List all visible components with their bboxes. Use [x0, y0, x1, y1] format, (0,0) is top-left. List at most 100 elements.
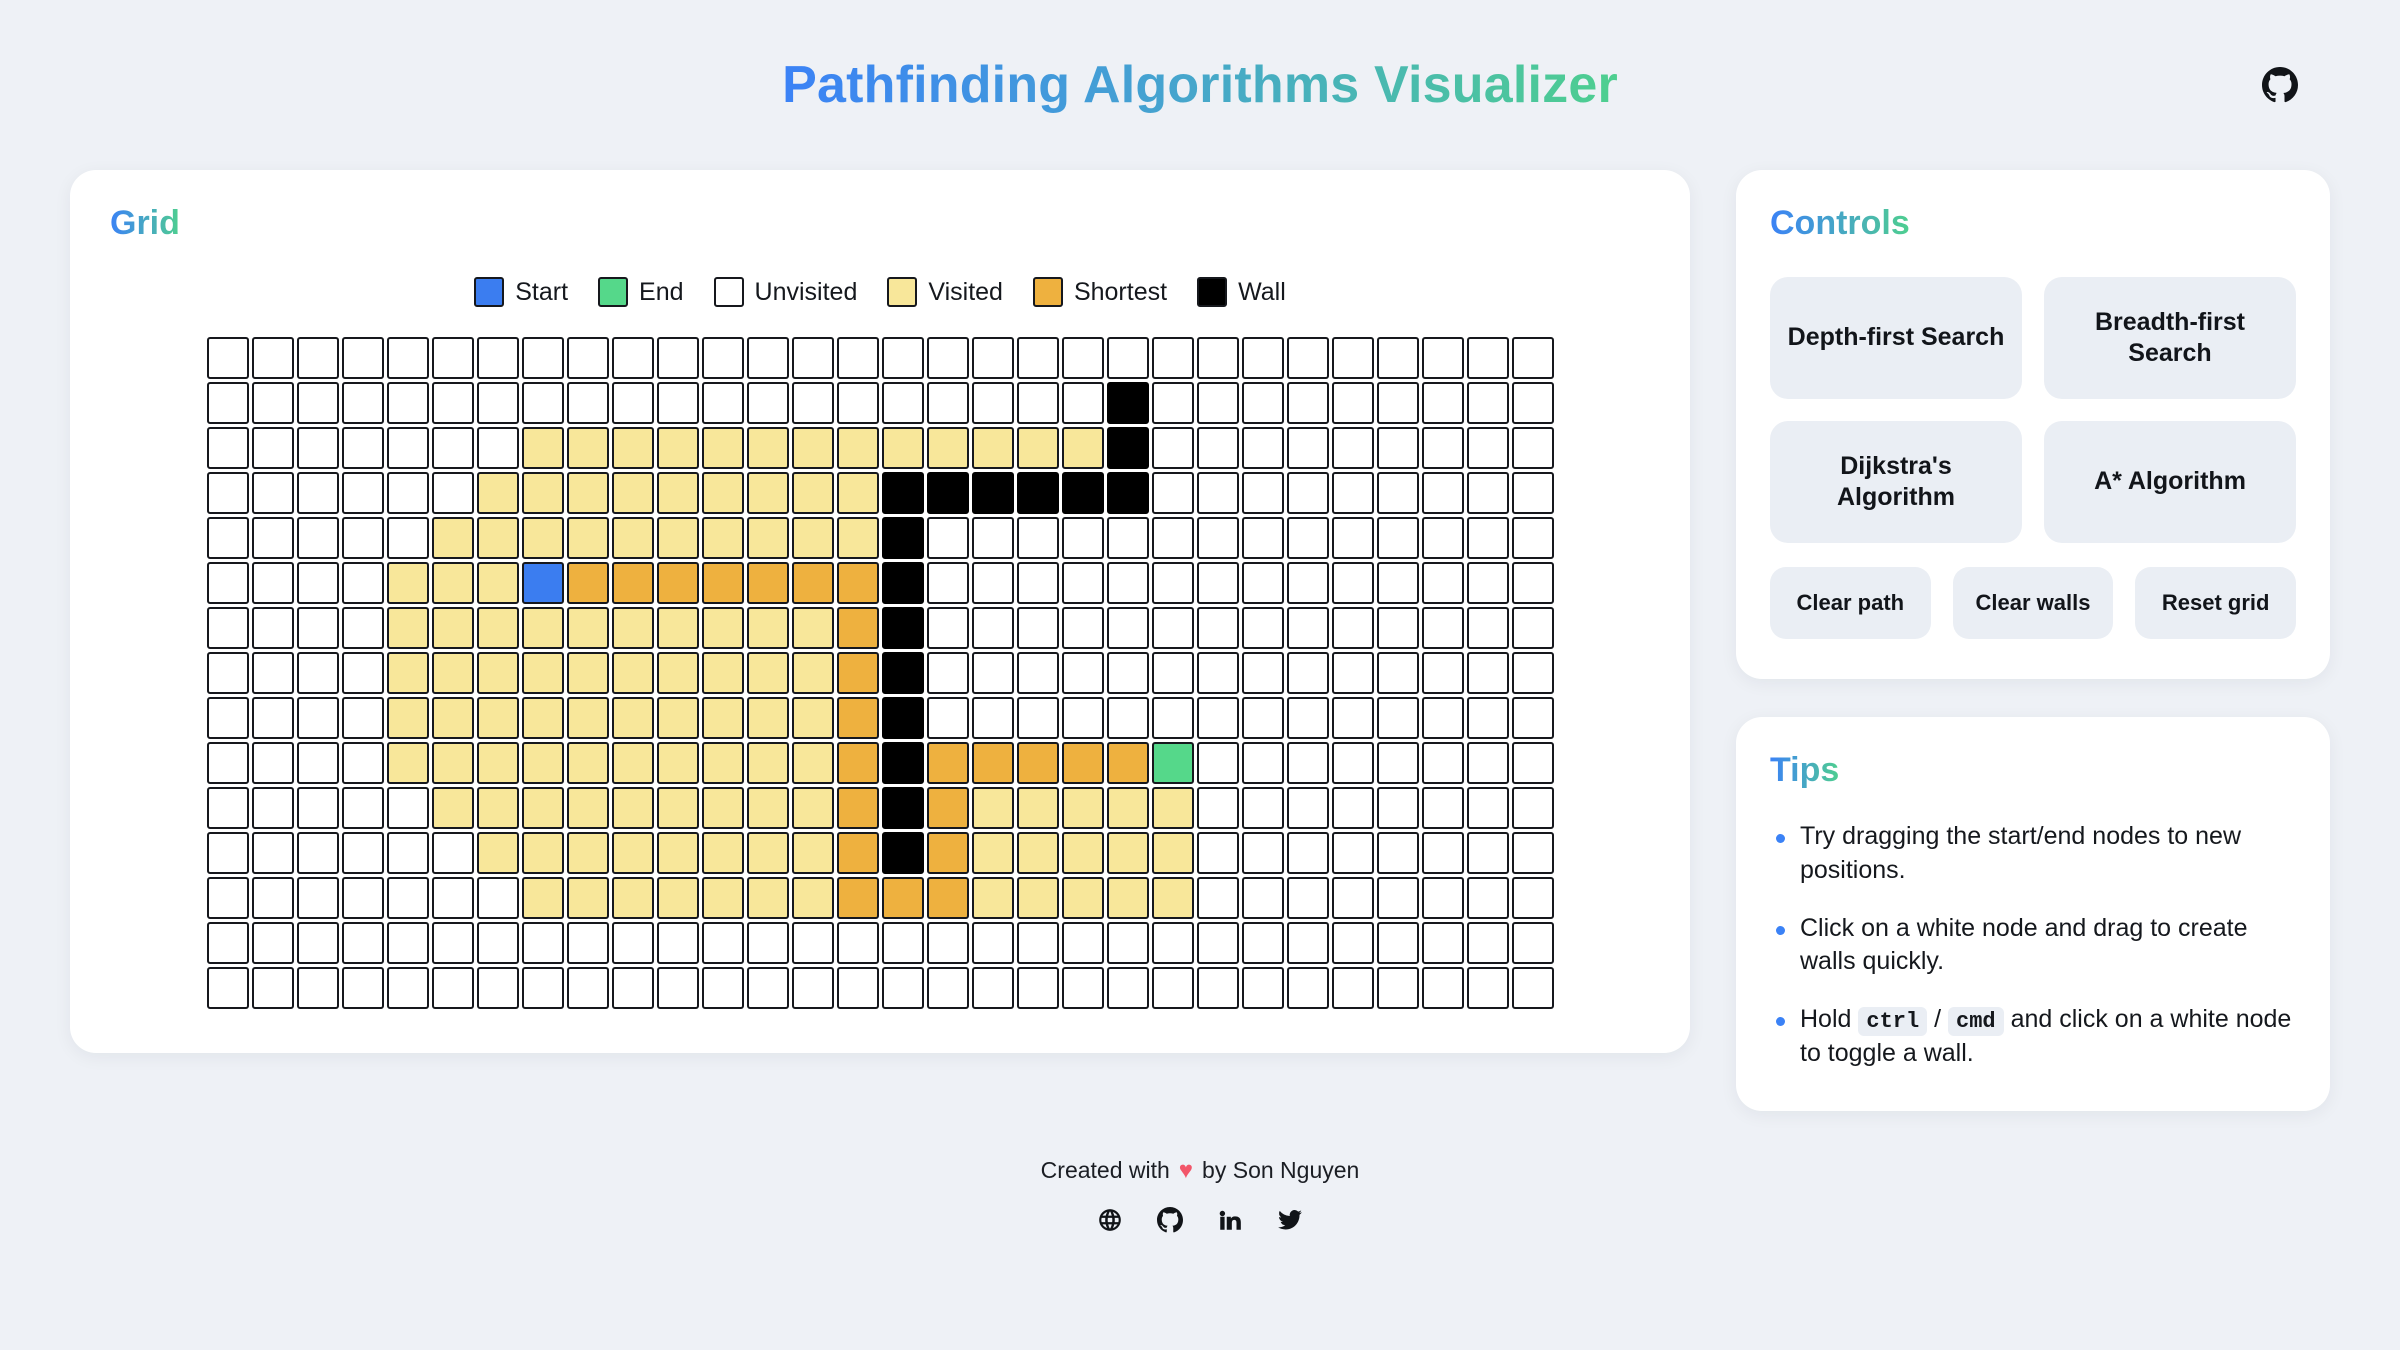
grid-cell[interactable]	[1241, 922, 1284, 964]
github-icon[interactable]	[2260, 65, 2300, 105]
grid-cell[interactable]	[476, 832, 519, 874]
grid-cell[interactable]	[206, 337, 249, 379]
grid-cell[interactable]	[1376, 337, 1419, 379]
grid-cell[interactable]	[251, 922, 294, 964]
grid-cell[interactable]	[701, 562, 744, 604]
grid-cell[interactable]	[521, 607, 564, 649]
grid-cell[interactable]	[1151, 787, 1194, 829]
grid-cell[interactable]	[521, 472, 564, 514]
grid-cell[interactable]	[656, 652, 699, 694]
grid-cell[interactable]	[1466, 787, 1509, 829]
grid-cell[interactable]	[1511, 607, 1554, 649]
grid-cell[interactable]	[1016, 922, 1059, 964]
grid-cell[interactable]	[521, 652, 564, 694]
grid-cell[interactable]	[656, 877, 699, 919]
reset-grid-button[interactable]: Reset grid	[2135, 567, 2296, 639]
grid-cell[interactable]	[566, 832, 609, 874]
grid-cell[interactable]	[566, 697, 609, 739]
grid-cell[interactable]	[206, 562, 249, 604]
grid-cell[interactable]	[251, 472, 294, 514]
grid-cell[interactable]	[1106, 517, 1149, 559]
grid-cell[interactable]	[1241, 742, 1284, 784]
grid-cell[interactable]	[1286, 742, 1329, 784]
grid-cell[interactable]	[206, 742, 249, 784]
grid-cell[interactable]	[1511, 652, 1554, 694]
grid-cell[interactable]	[1421, 337, 1464, 379]
grid-cell[interactable]	[836, 337, 879, 379]
grid-cell[interactable]	[521, 337, 564, 379]
grid-cell[interactable]	[1421, 967, 1464, 1009]
grid-cell[interactable]	[1286, 652, 1329, 694]
grid-cell[interactable]	[386, 517, 429, 559]
linkedin-icon[interactable]	[1217, 1207, 1243, 1233]
grid-cell[interactable]	[926, 337, 969, 379]
grid-cell[interactable]	[1106, 697, 1149, 739]
grid-cell[interactable]	[971, 472, 1014, 514]
grid-cell[interactable]	[431, 562, 474, 604]
grid-cell[interactable]	[971, 967, 1014, 1009]
grid-cell[interactable]	[701, 382, 744, 424]
grid-cell[interactable]	[206, 967, 249, 1009]
grid-cell[interactable]	[1421, 427, 1464, 469]
grid-cell[interactable]	[296, 742, 339, 784]
grid-cell[interactable]	[1421, 697, 1464, 739]
clear-walls-button[interactable]: Clear walls	[1952, 567, 2114, 639]
grid-cell[interactable]	[746, 922, 789, 964]
grid-cell[interactable]	[431, 877, 474, 919]
grid-cell[interactable]	[656, 517, 699, 559]
grid-cell[interactable]	[926, 607, 969, 649]
grid-cell[interactable]	[341, 472, 384, 514]
grid-cell[interactable]	[1151, 967, 1194, 1009]
grid-cell[interactable]	[1151, 517, 1194, 559]
grid-cell[interactable]	[431, 832, 474, 874]
grid-cell[interactable]	[611, 832, 654, 874]
grid-cell[interactable]	[656, 832, 699, 874]
grid-cell[interactable]	[206, 607, 249, 649]
grid-cell[interactable]	[1241, 427, 1284, 469]
grid-cell[interactable]	[1286, 922, 1329, 964]
grid-cell[interactable]	[1331, 697, 1374, 739]
grid-cell[interactable]	[296, 427, 339, 469]
grid-cell[interactable]	[1331, 922, 1374, 964]
grid-cell[interactable]	[1016, 967, 1059, 1009]
grid-cell[interactable]	[341, 787, 384, 829]
grid-cell[interactable]	[1466, 652, 1509, 694]
grid-cell[interactable]	[746, 607, 789, 649]
grid-cell[interactable]	[791, 697, 834, 739]
grid-cell[interactable]	[1106, 967, 1149, 1009]
grid-cell[interactable]	[1466, 697, 1509, 739]
grid-cell[interactable]	[1241, 652, 1284, 694]
grid-cell[interactable]	[1376, 607, 1419, 649]
grid-cell[interactable]	[251, 382, 294, 424]
grid-cell[interactable]	[1376, 832, 1419, 874]
grid-cell[interactable]	[881, 517, 924, 559]
grid-cell[interactable]	[1376, 427, 1419, 469]
pathfinding-grid[interactable]	[206, 337, 1554, 1009]
grid-cell[interactable]	[1511, 427, 1554, 469]
grid-cell[interactable]	[971, 382, 1014, 424]
grid-cell[interactable]	[1376, 697, 1419, 739]
grid-cell[interactable]	[296, 562, 339, 604]
grid-cell[interactable]	[656, 742, 699, 784]
grid-cell[interactable]	[1466, 922, 1509, 964]
grid-cell[interactable]	[611, 562, 654, 604]
grid-cell[interactable]	[746, 742, 789, 784]
grid-cell[interactable]	[926, 652, 969, 694]
grid-cell[interactable]	[521, 517, 564, 559]
grid-cell[interactable]	[1511, 922, 1554, 964]
grid-cell[interactable]	[791, 607, 834, 649]
grid-cell[interactable]	[566, 742, 609, 784]
grid-cell[interactable]	[1466, 562, 1509, 604]
grid-cell[interactable]	[1376, 472, 1419, 514]
grid-cell[interactable]	[206, 427, 249, 469]
grid-cell[interactable]	[386, 337, 429, 379]
grid-cell[interactable]	[881, 967, 924, 1009]
grid-cell[interactable]	[1331, 517, 1374, 559]
grid-cell[interactable]	[701, 742, 744, 784]
grid-cell[interactable]	[1061, 832, 1104, 874]
grid-cell[interactable]	[386, 787, 429, 829]
grid-cell[interactable]	[1151, 877, 1194, 919]
grid-cell[interactable]	[656, 697, 699, 739]
grid-cell[interactable]	[1061, 787, 1104, 829]
grid-cell[interactable]	[881, 562, 924, 604]
